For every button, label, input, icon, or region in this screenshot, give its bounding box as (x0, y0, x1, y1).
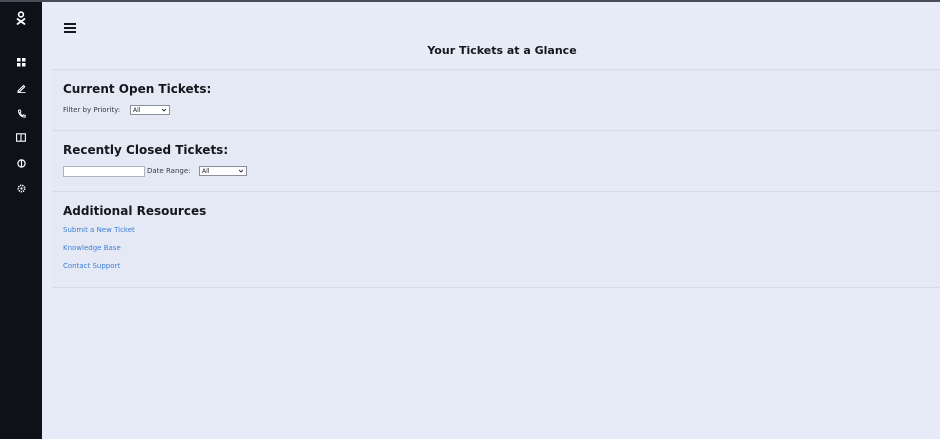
additional-resources-section: Additional Resources Submit a New Ticket… (52, 191, 940, 288)
phone-icon[interactable] (0, 105, 42, 121)
resources-heading: Additional Resources (63, 204, 207, 218)
chevron-down-icon (162, 108, 166, 112)
date-range-label: Date Range: (147, 167, 191, 175)
date-range-select[interactable]: All (199, 166, 247, 176)
page-title: Your Tickets at a Glance (427, 44, 577, 57)
chevron-down-icon (239, 169, 243, 173)
pencil-icon[interactable] (0, 80, 42, 96)
logo-icon[interactable] (0, 10, 42, 26)
priority-select-value: All (133, 107, 141, 114)
priority-filter-label: Filter by Priority: (63, 106, 121, 114)
closed-tickets-section: Recently Closed Tickets: Date Range: All (52, 130, 940, 192)
settings-icon[interactable] (0, 180, 42, 196)
priority-select[interactable]: All (130, 105, 170, 115)
grid-icon[interactable] (0, 54, 42, 70)
main-content: Your Tickets at a Glance Current Open Ti… (42, 2, 940, 439)
open-tickets-heading: Current Open Tickets: (63, 82, 212, 96)
submit-ticket-link[interactable]: Submit a New Ticket (63, 226, 135, 234)
sidebar (0, 2, 42, 439)
knowledge-base-link[interactable]: Knowledge Base (63, 244, 121, 252)
closed-tickets-search-input[interactable] (63, 166, 145, 177)
menu-toggle-icon[interactable] (64, 23, 76, 33)
open-tickets-section: Current Open Tickets: Filter by Priority… (52, 69, 940, 131)
support-icon[interactable] (0, 155, 42, 171)
closed-tickets-heading: Recently Closed Tickets: (63, 143, 229, 157)
book-icon[interactable] (0, 129, 42, 145)
contact-support-link[interactable]: Contact Support (63, 262, 120, 270)
date-range-select-value: All (202, 168, 210, 175)
